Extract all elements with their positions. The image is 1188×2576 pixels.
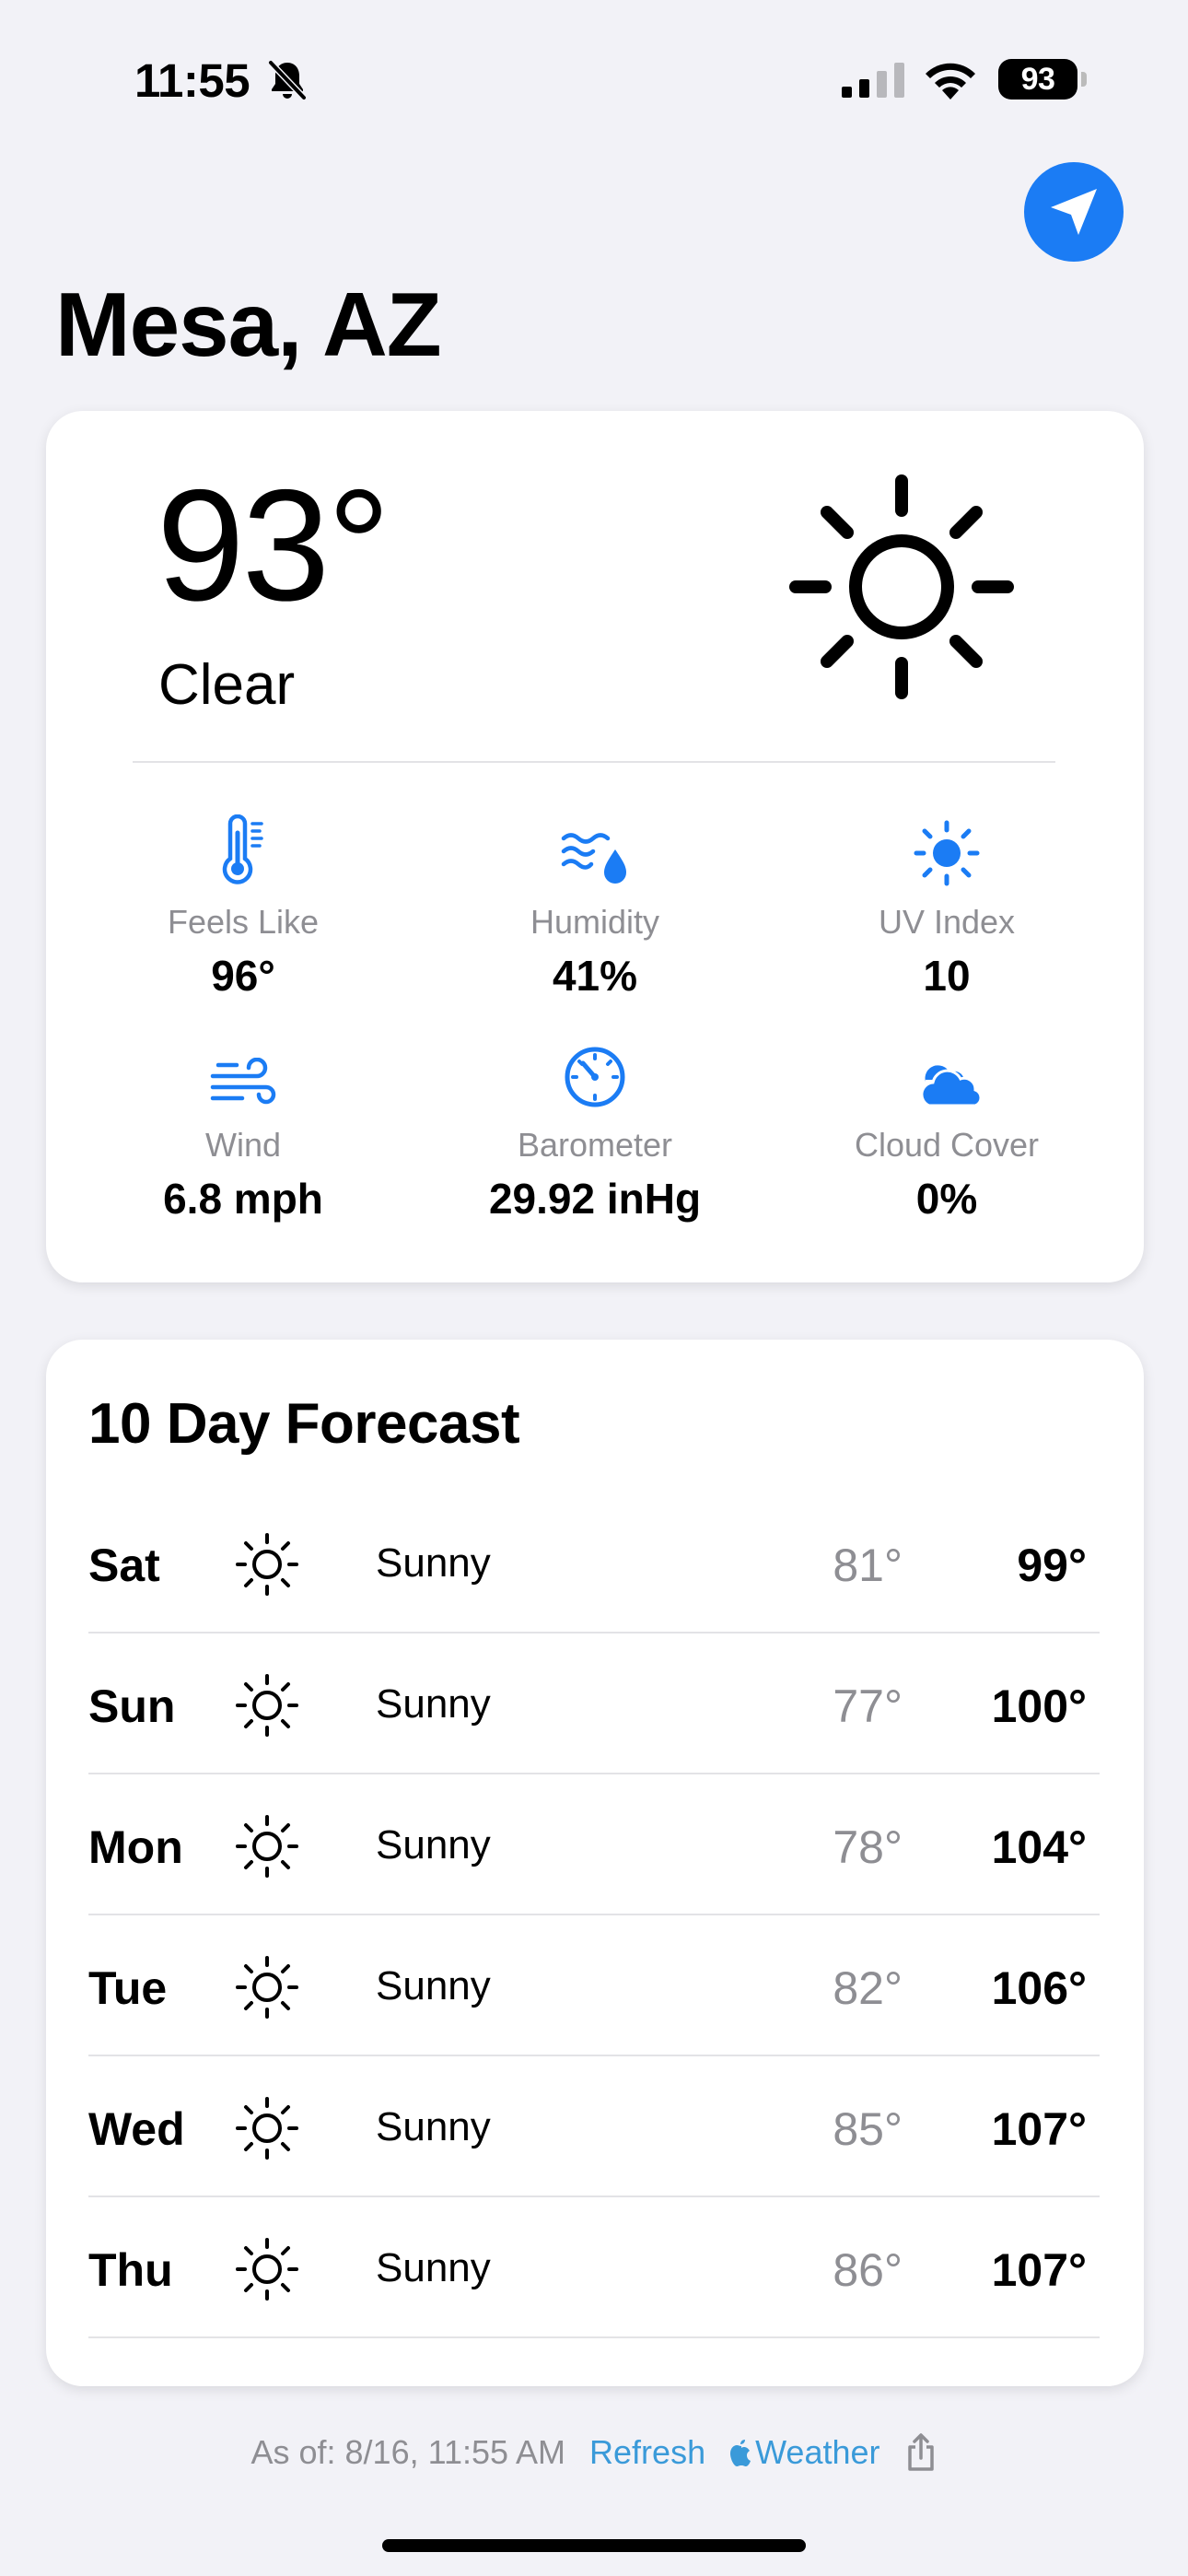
location-button[interactable] — [1024, 162, 1124, 262]
metric-label: UV Index — [878, 903, 1016, 941]
metric-humidity: Humidity 41% — [427, 813, 763, 1001]
forecast-high: 100° — [991, 1680, 1087, 1732]
forecast-high: 107° — [991, 2244, 1087, 2296]
forecast-condition: Sunny — [376, 2104, 491, 2149]
as-of-timestamp: As of: 8/16, 11:55 AM — [250, 2433, 566, 2471]
forecast-day: Wed — [88, 2103, 185, 2155]
forecast-low: 82° — [833, 1962, 903, 2014]
metric-value: 29.92 inHg — [488, 1175, 702, 1223]
current-temperature: 93° — [157, 457, 390, 634]
cellular-signal-icon — [842, 63, 904, 98]
forecast-list[interactable]: Sat Sunny 81° 99° Sun Sunny 77° 100° Mon… — [88, 1493, 1100, 2338]
forecast-condition: Sunny — [376, 1540, 491, 1586]
sun-icon — [236, 1533, 298, 1596]
thermometer-icon — [222, 814, 263, 884]
sun-icon — [236, 2238, 298, 2301]
forecast-day: Sat — [88, 1540, 160, 1591]
cloud-icon — [920, 1065, 983, 1107]
refresh-link[interactable]: Refresh — [589, 2433, 705, 2472]
footer: As of: 8/16, 11:55 AM Refresh Weather — [0, 2432, 1188, 2473]
sun-icon — [236, 1674, 298, 1737]
metric-feels-like: Feels Like 96° — [76, 813, 411, 1001]
forecast-title: 10 Day Forecast — [88, 1392, 520, 1456]
metric-value: 6.8 mph — [163, 1175, 323, 1223]
metric-value: 10 — [923, 952, 971, 1000]
share-icon[interactable] — [904, 2432, 938, 2473]
bell-slash-icon — [268, 60, 307, 100]
sun-icon — [236, 2097, 298, 2160]
humidity-icon — [561, 833, 626, 884]
city-title: Mesa, AZ — [55, 274, 442, 375]
status-time: 11:55 — [134, 54, 250, 107]
sun-icon — [236, 1956, 298, 2019]
forecast-day: Tue — [88, 1962, 168, 2014]
battery-cap — [1081, 72, 1087, 87]
metric-value: 96° — [211, 952, 275, 1000]
wind-icon — [210, 1058, 276, 1105]
forecast-day: Sun — [88, 1680, 176, 1732]
metric-label: Wind — [204, 1126, 282, 1164]
forecast-row: Tue Sunny 82° 106° — [88, 1915, 1100, 2056]
forecast-low: 77° — [833, 1680, 903, 1732]
battery-icon: 93 — [998, 59, 1077, 100]
metric-label: Barometer — [517, 1126, 673, 1164]
gauge-icon — [565, 1047, 625, 1107]
forecast-high: 107° — [991, 2103, 1087, 2155]
metric-wind: Wind 6.8 mph — [76, 1036, 411, 1224]
apple-logo-icon — [730, 2440, 751, 2466]
metric-label: Feels Like — [167, 903, 320, 941]
forecast-condition: Sunny — [376, 1681, 491, 1727]
metric-value: 0% — [915, 1175, 978, 1223]
weather-link-label: Weather — [755, 2433, 880, 2471]
weather-link[interactable]: Weather — [729, 2433, 880, 2472]
forecast-row: Sun Sunny 77° 100° — [88, 1633, 1100, 1774]
sun-max-icon — [914, 820, 980, 886]
home-indicator[interactable] — [382, 2539, 806, 2552]
forecast-row: Sat Sunny 81° 99° — [88, 1493, 1100, 1633]
current-conditions-card: 93° Clear Feels Like 96° Humidity 41% UV… — [46, 411, 1144, 1282]
wifi-icon — [926, 63, 975, 100]
forecast-high: 99° — [1017, 1540, 1087, 1591]
metric-barometer: Barometer 29.92 inHg — [427, 1036, 763, 1224]
metric-cloud-cover: Cloud Cover 0% — [779, 1036, 1114, 1224]
forecast-card[interactable]: 10 Day Forecast Sat Sunny 81° 99° Sun Su… — [46, 1340, 1144, 2386]
sun-icon — [789, 474, 1014, 699]
forecast-high: 104° — [991, 1821, 1087, 1873]
metric-label: Humidity — [530, 903, 660, 941]
forecast-condition: Sunny — [376, 2245, 491, 2290]
forecast-low: 85° — [833, 2103, 903, 2155]
forecast-high: 106° — [991, 1962, 1087, 2014]
forecast-day: Thu — [88, 2244, 173, 2296]
sun-icon — [236, 1815, 298, 1878]
forecast-low: 81° — [833, 1540, 903, 1591]
forecast-row: Thu Sunny 86° 107° — [88, 2197, 1100, 2338]
forecast-row: Wed Sunny 85° 107° — [88, 2056, 1100, 2197]
metric-uv-index: UV Index 10 — [779, 813, 1114, 1001]
metric-value: 41% — [552, 952, 638, 1000]
forecast-low: 78° — [833, 1821, 903, 1873]
location-arrow-icon — [1051, 189, 1097, 235]
forecast-low: 86° — [833, 2244, 903, 2296]
forecast-row: Mon Sunny 78° 104° — [88, 1774, 1100, 1915]
current-condition: Clear — [158, 653, 296, 717]
forecast-condition: Sunny — [376, 1963, 491, 2008]
metric-label: Cloud Cover — [854, 1126, 1040, 1164]
forecast-day: Mon — [88, 1821, 183, 1873]
divider — [133, 761, 1055, 763]
forecast-condition: Sunny — [376, 1822, 491, 1868]
